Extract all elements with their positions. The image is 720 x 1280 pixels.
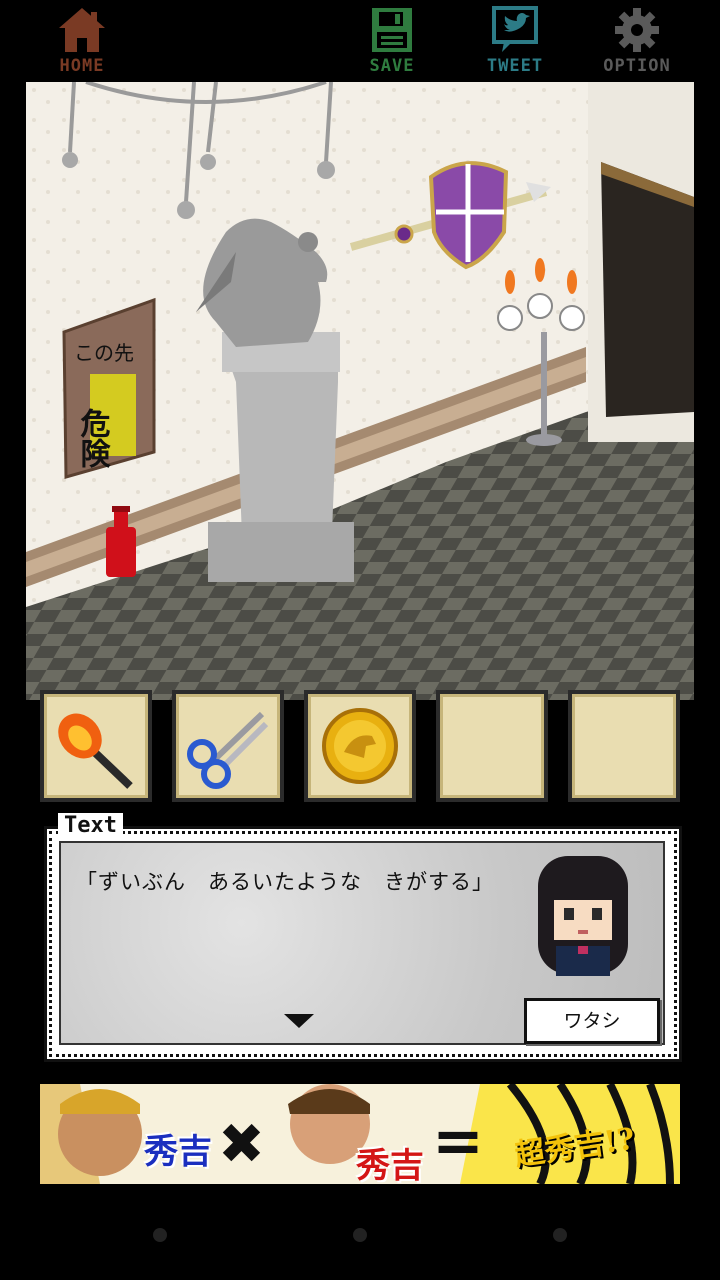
scene-illustration: この先 危険	[26, 82, 694, 700]
nav-home-button[interactable]	[353, 1228, 367, 1242]
top-bar: HOME SAVE TWEET OPTION	[0, 0, 720, 80]
scissors-icon	[187, 711, 269, 789]
speaker-name: ワタシ	[524, 998, 660, 1044]
gear-icon	[615, 8, 659, 52]
inventory-slot-5[interactable]	[568, 690, 680, 802]
ad-banner[interactable]: 秀吉 ✖ 秀吉 = 超秀吉!?	[40, 1084, 680, 1184]
torch-icon	[58, 713, 133, 789]
text-box-tab: Text	[58, 813, 123, 838]
ad-times: ✖	[218, 1112, 265, 1177]
inventory-slot-1[interactable]	[40, 690, 152, 802]
floppy-disk-icon	[372, 8, 412, 52]
game-scene[interactable]: この先 危険	[26, 82, 694, 700]
gold-coin-icon	[322, 708, 398, 784]
home-icon	[59, 8, 105, 52]
option-label: OPTION	[603, 56, 671, 76]
poster-line2: 危険	[75, 408, 111, 469]
dialogue-message: 「ずいぶん あるいたような きがする」	[76, 870, 494, 894]
danger-poster[interactable]: この先 危険	[62, 297, 156, 479]
ad-text-1: 秀吉	[144, 1132, 212, 1172]
inventory-bar	[26, 686, 694, 804]
inventory-slot-4[interactable]	[436, 690, 548, 802]
save-label: SAVE	[369, 56, 415, 76]
ad-equals: =	[432, 1104, 484, 1177]
nav-back-button[interactable]	[153, 1228, 167, 1242]
speaker-portrait	[538, 856, 628, 976]
save-button[interactable]: SAVE	[352, 6, 432, 78]
ad-text-2: 秀吉	[356, 1146, 424, 1184]
option-button[interactable]: OPTION	[597, 6, 677, 78]
tweet-button[interactable]: TWEET	[475, 6, 555, 78]
nav-recents-button[interactable]	[553, 1228, 567, 1242]
poster-line1: この先	[74, 341, 134, 365]
home-label: HOME	[59, 56, 105, 76]
next-arrow-icon[interactable]	[284, 1014, 314, 1028]
home-button[interactable]: HOME	[42, 6, 122, 78]
tweet-label: TWEET	[486, 56, 544, 76]
twitter-bird-icon	[492, 6, 538, 52]
inventory-slot-2[interactable]	[172, 690, 284, 802]
inventory-slot-3[interactable]	[304, 690, 416, 802]
